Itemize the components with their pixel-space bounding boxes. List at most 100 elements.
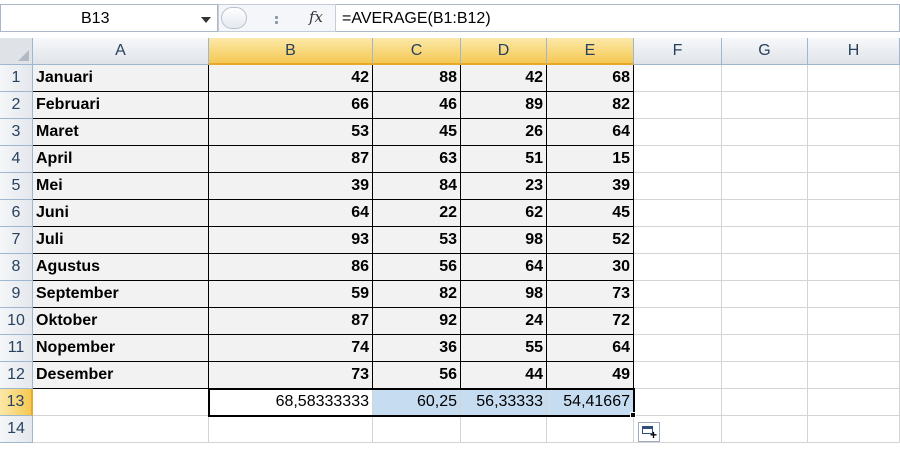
cell-d7[interactable]: 98 xyxy=(461,227,547,254)
cell-g4[interactable] xyxy=(722,146,808,173)
cell-f7[interactable] xyxy=(634,227,722,254)
column-header-f[interactable]: F xyxy=(634,38,722,65)
column-header-g[interactable]: G xyxy=(722,38,808,65)
column-header-c[interactable]: C xyxy=(373,38,461,65)
function-icon[interactable]: fx xyxy=(309,8,323,26)
cell-g5[interactable] xyxy=(722,173,808,200)
cell-c4[interactable]: 63 xyxy=(373,146,461,173)
splitter-handle[interactable] xyxy=(275,16,278,19)
cell-h2[interactable] xyxy=(808,92,900,119)
cell-c11[interactable]: 36 xyxy=(373,335,461,362)
cell-c9[interactable]: 82 xyxy=(373,281,461,308)
formula-bar-toggle[interactable] xyxy=(221,7,247,29)
cell-a7[interactable]: Juli xyxy=(33,227,209,254)
cell-g6[interactable] xyxy=(722,200,808,227)
row-header-5[interactable]: 5 xyxy=(0,173,33,200)
cell-d1[interactable]: 42 xyxy=(461,65,547,92)
cell-a1[interactable]: Januari xyxy=(33,65,209,92)
row-header-8[interactable]: 8 xyxy=(0,254,33,281)
cell-e10[interactable]: 72 xyxy=(547,308,634,335)
cell-b11[interactable]: 74 xyxy=(209,335,373,362)
cell-a13[interactable] xyxy=(33,389,209,416)
cell-b8[interactable]: 86 xyxy=(209,254,373,281)
cell-c12[interactable]: 56 xyxy=(373,362,461,389)
cell-e7[interactable]: 52 xyxy=(547,227,634,254)
cell-e9[interactable]: 73 xyxy=(547,281,634,308)
cell-f3[interactable] xyxy=(634,119,722,146)
column-header-b[interactable]: B xyxy=(209,38,373,65)
cell-g8[interactable] xyxy=(722,254,808,281)
cell-g1[interactable] xyxy=(722,65,808,92)
cell-f8[interactable] xyxy=(634,254,722,281)
formula-input[interactable]: =AVERAGE(B1:B12) xyxy=(336,4,900,32)
cell-f1[interactable] xyxy=(634,65,722,92)
cell-b13[interactable]: 68,58333333 xyxy=(209,389,373,416)
cell-g14[interactable] xyxy=(722,416,808,443)
cell-e2[interactable]: 82 xyxy=(547,92,634,119)
cell-g9[interactable] xyxy=(722,281,808,308)
cell-c8[interactable]: 56 xyxy=(373,254,461,281)
cell-h7[interactable] xyxy=(808,227,900,254)
cell-f5[interactable] xyxy=(634,173,722,200)
cell-d5[interactable]: 23 xyxy=(461,173,547,200)
cell-h6[interactable] xyxy=(808,200,900,227)
cell-h9[interactable] xyxy=(808,281,900,308)
cell-a14[interactable] xyxy=(33,416,209,443)
row-header-9[interactable]: 9 xyxy=(0,281,33,308)
cell-b12[interactable]: 73 xyxy=(209,362,373,389)
cell-e14[interactable] xyxy=(547,416,634,443)
cell-a9[interactable]: September xyxy=(33,281,209,308)
cell-b9[interactable]: 59 xyxy=(209,281,373,308)
cell-g7[interactable] xyxy=(722,227,808,254)
cell-f4[interactable] xyxy=(634,146,722,173)
cell-a3[interactable]: Maret xyxy=(33,119,209,146)
cell-h5[interactable] xyxy=(808,173,900,200)
cell-c5[interactable]: 84 xyxy=(373,173,461,200)
cell-b10[interactable]: 87 xyxy=(209,308,373,335)
cell-h12[interactable] xyxy=(808,362,900,389)
cell-d13[interactable]: 56,33333 xyxy=(461,389,547,416)
cell-h13[interactable] xyxy=(808,389,900,416)
cell-c3[interactable]: 45 xyxy=(373,119,461,146)
cell-b1[interactable]: 42 xyxy=(209,65,373,92)
cell-e5[interactable]: 39 xyxy=(547,173,634,200)
row-header-6[interactable]: 6 xyxy=(0,200,33,227)
select-all-corner[interactable] xyxy=(0,38,33,65)
cell-c7[interactable]: 53 xyxy=(373,227,461,254)
cell-c1[interactable]: 88 xyxy=(373,65,461,92)
cell-g13[interactable] xyxy=(722,389,808,416)
cell-h14[interactable] xyxy=(808,416,900,443)
cell-g11[interactable] xyxy=(722,335,808,362)
row-header-2[interactable]: 2 xyxy=(0,92,33,119)
row-header-11[interactable]: 11 xyxy=(0,335,33,362)
row-header-10[interactable]: 10 xyxy=(0,308,33,335)
column-header-d[interactable]: D xyxy=(461,38,547,65)
cell-g2[interactable] xyxy=(722,92,808,119)
cell-h3[interactable] xyxy=(808,119,900,146)
cell-a5[interactable]: Mei xyxy=(33,173,209,200)
cell-b3[interactable]: 53 xyxy=(209,119,373,146)
cell-h10[interactable] xyxy=(808,308,900,335)
cell-d9[interactable]: 98 xyxy=(461,281,547,308)
row-header-13[interactable]: 13 xyxy=(0,389,33,416)
cell-g3[interactable] xyxy=(722,119,808,146)
cell-d2[interactable]: 89 xyxy=(461,92,547,119)
cell-d3[interactable]: 26 xyxy=(461,119,547,146)
cell-e3[interactable]: 64 xyxy=(547,119,634,146)
cell-d14[interactable] xyxy=(461,416,547,443)
cell-a4[interactable]: April xyxy=(33,146,209,173)
column-header-a[interactable]: A xyxy=(33,38,209,65)
cell-h1[interactable] xyxy=(808,65,900,92)
cell-a8[interactable]: Agustus xyxy=(33,254,209,281)
name-box[interactable]: B13 xyxy=(0,4,218,32)
cell-f2[interactable] xyxy=(634,92,722,119)
cell-f10[interactable] xyxy=(634,308,722,335)
cell-a6[interactable]: Juni xyxy=(33,200,209,227)
fill-handle[interactable] xyxy=(630,412,636,418)
cell-h11[interactable] xyxy=(808,335,900,362)
cell-f12[interactable] xyxy=(634,362,722,389)
cell-b5[interactable]: 39 xyxy=(209,173,373,200)
cell-d4[interactable]: 51 xyxy=(461,146,547,173)
cell-c10[interactable]: 92 xyxy=(373,308,461,335)
cell-a12[interactable]: Desember xyxy=(33,362,209,389)
